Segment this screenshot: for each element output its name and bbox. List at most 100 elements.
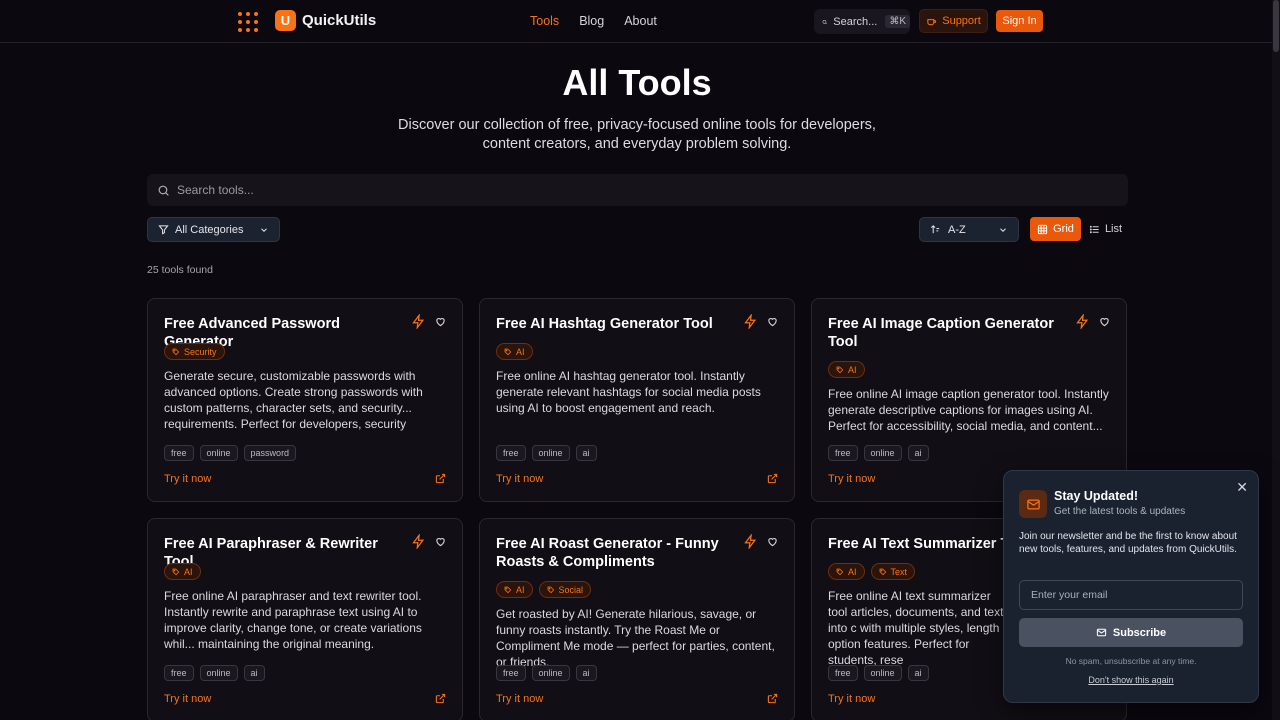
logo-icon[interactable]: U xyxy=(275,10,296,31)
card-badges: Security xyxy=(164,343,225,360)
tag: online xyxy=(863,445,902,461)
card-description: Free online AI text summarizer tool arti… xyxy=(828,589,1004,667)
category-badge: Text xyxy=(870,563,916,580)
tool-card[interactable]: Free AI Hashtag Generator Tool AI Free o… xyxy=(479,298,795,502)
external-link-icon[interactable] xyxy=(767,473,778,484)
heart-icon[interactable] xyxy=(1099,316,1110,327)
card-description: Generate secure, customizable passwords … xyxy=(164,369,423,431)
tag: ai xyxy=(907,665,929,681)
close-icon[interactable]: ✕ xyxy=(1236,479,1248,496)
header-search-label: Search... xyxy=(833,15,878,28)
search-shortcut: ⌘K xyxy=(885,15,910,28)
try-it-link[interactable]: Try it now xyxy=(164,473,211,485)
logo-text[interactable]: QuickUtils xyxy=(302,12,376,29)
mail-icon xyxy=(1096,628,1107,637)
badge-label: AI xyxy=(516,346,525,357)
badge-label: Security xyxy=(184,346,217,357)
tag: ai xyxy=(907,445,929,461)
tag: free xyxy=(496,445,526,461)
tool-card[interactable]: Free AI Paraphraser & Rewriter Tool AI F… xyxy=(147,518,463,720)
grid-icon xyxy=(1037,224,1048,234)
tools-search-input[interactable]: Search tools... xyxy=(147,174,1128,206)
support-label: Support xyxy=(942,15,981,27)
newsletter-popup: ✕ Stay Updated! Get the latest tools & u… xyxy=(1003,470,1259,703)
support-button[interactable]: Support xyxy=(919,9,988,33)
badge-label: AI xyxy=(848,364,857,375)
category-badge: AI xyxy=(496,343,533,360)
heart-icon[interactable] xyxy=(767,536,778,547)
card-badges: AI xyxy=(164,563,201,580)
nav-about[interactable]: About xyxy=(624,14,657,28)
search-icon xyxy=(158,185,169,196)
newsletter-description: Join our newsletter and be the first to … xyxy=(1019,531,1237,555)
tag: online xyxy=(199,665,238,681)
page-subtitle: Discover our collection of free, privacy… xyxy=(398,117,876,152)
tag: ai xyxy=(575,665,597,681)
card-tags: free online ai xyxy=(164,665,265,681)
tag-icon xyxy=(836,366,844,373)
scrollbar-thumb[interactable] xyxy=(1273,0,1279,52)
sort-select[interactable]: A-Z xyxy=(919,217,1019,242)
chevron-down-icon xyxy=(261,227,267,232)
chevron-down-icon xyxy=(1000,227,1006,232)
tag-icon xyxy=(504,586,512,593)
dont-show-again-link[interactable]: Don't show this again xyxy=(1004,675,1258,685)
category-label: All Categories xyxy=(175,223,244,236)
card-title: Free AI Image Caption Generator Tool xyxy=(828,316,1054,350)
category-badge: AI xyxy=(828,361,865,378)
apps-grid-icon[interactable] xyxy=(238,12,258,32)
card-description: Free online AI paraphraser and text rewr… xyxy=(164,589,422,651)
subscribe-button[interactable]: Subscribe xyxy=(1019,618,1243,647)
card-description: Get roasted by AI! Generate hilarious, s… xyxy=(496,607,775,669)
external-link-icon[interactable] xyxy=(435,693,446,704)
page-scrollbar[interactable] xyxy=(1272,0,1280,720)
card-actions xyxy=(743,534,778,549)
try-it-link[interactable]: Try it now xyxy=(164,693,211,705)
external-link-icon[interactable] xyxy=(435,473,446,484)
sort-label: A-Z xyxy=(948,223,966,236)
category-select[interactable]: All Categories xyxy=(147,217,280,242)
category-badge: Social xyxy=(538,581,592,598)
card-tags: free online ai xyxy=(828,445,929,461)
tool-card[interactable]: Free Advanced Password Generator Securit… xyxy=(147,298,463,502)
tag-icon xyxy=(547,586,554,593)
try-it-link[interactable]: Try it now xyxy=(496,473,543,485)
tag: free xyxy=(828,445,858,461)
tool-card[interactable]: Free AI Roast Generator - Funny Roasts &… xyxy=(479,518,795,720)
card-tags: free online ai xyxy=(828,665,929,681)
nav-blog[interactable]: Blog xyxy=(579,14,604,28)
list-view-label: List xyxy=(1104,223,1123,235)
badge-label: AI xyxy=(848,566,857,577)
heart-icon[interactable] xyxy=(767,316,778,327)
card-tags: free online password xyxy=(164,445,297,461)
lightning-icon xyxy=(744,314,757,329)
external-link-icon[interactable] xyxy=(767,693,778,704)
badge-label: Social xyxy=(558,584,584,595)
category-badge: AI xyxy=(164,563,201,580)
email-field[interactable]: Enter your email xyxy=(1019,580,1243,610)
tag-icon xyxy=(879,568,886,575)
tag: ai xyxy=(243,665,265,681)
nav-tools[interactable]: Tools xyxy=(530,14,559,28)
card-actions xyxy=(1075,314,1110,329)
card-badges: AI xyxy=(496,343,533,360)
tag: online xyxy=(199,445,238,461)
card-title: Free AI Hashtag Generator Tool xyxy=(496,316,713,332)
card-tags: free online ai xyxy=(496,445,597,461)
category-badge: Security xyxy=(164,343,225,360)
try-it-link[interactable]: Try it now xyxy=(828,693,875,705)
heart-icon[interactable] xyxy=(435,536,446,547)
grid-view-button[interactable]: Grid xyxy=(1030,217,1081,241)
badge-label: Text xyxy=(890,566,908,577)
try-it-link[interactable]: Try it now xyxy=(828,473,875,485)
header-search-button[interactable]: Search... ⌘K xyxy=(814,9,910,34)
try-it-link[interactable]: Try it now xyxy=(496,693,543,705)
category-badge: AI xyxy=(828,563,865,580)
tag-icon xyxy=(172,568,180,575)
list-view-button[interactable]: List xyxy=(1083,217,1128,241)
sign-in-button[interactable]: Sign In xyxy=(996,10,1043,32)
search-placeholder: Search tools... xyxy=(177,183,254,197)
heart-icon[interactable] xyxy=(435,316,446,327)
card-actions xyxy=(743,314,778,329)
filter-icon xyxy=(158,225,169,235)
